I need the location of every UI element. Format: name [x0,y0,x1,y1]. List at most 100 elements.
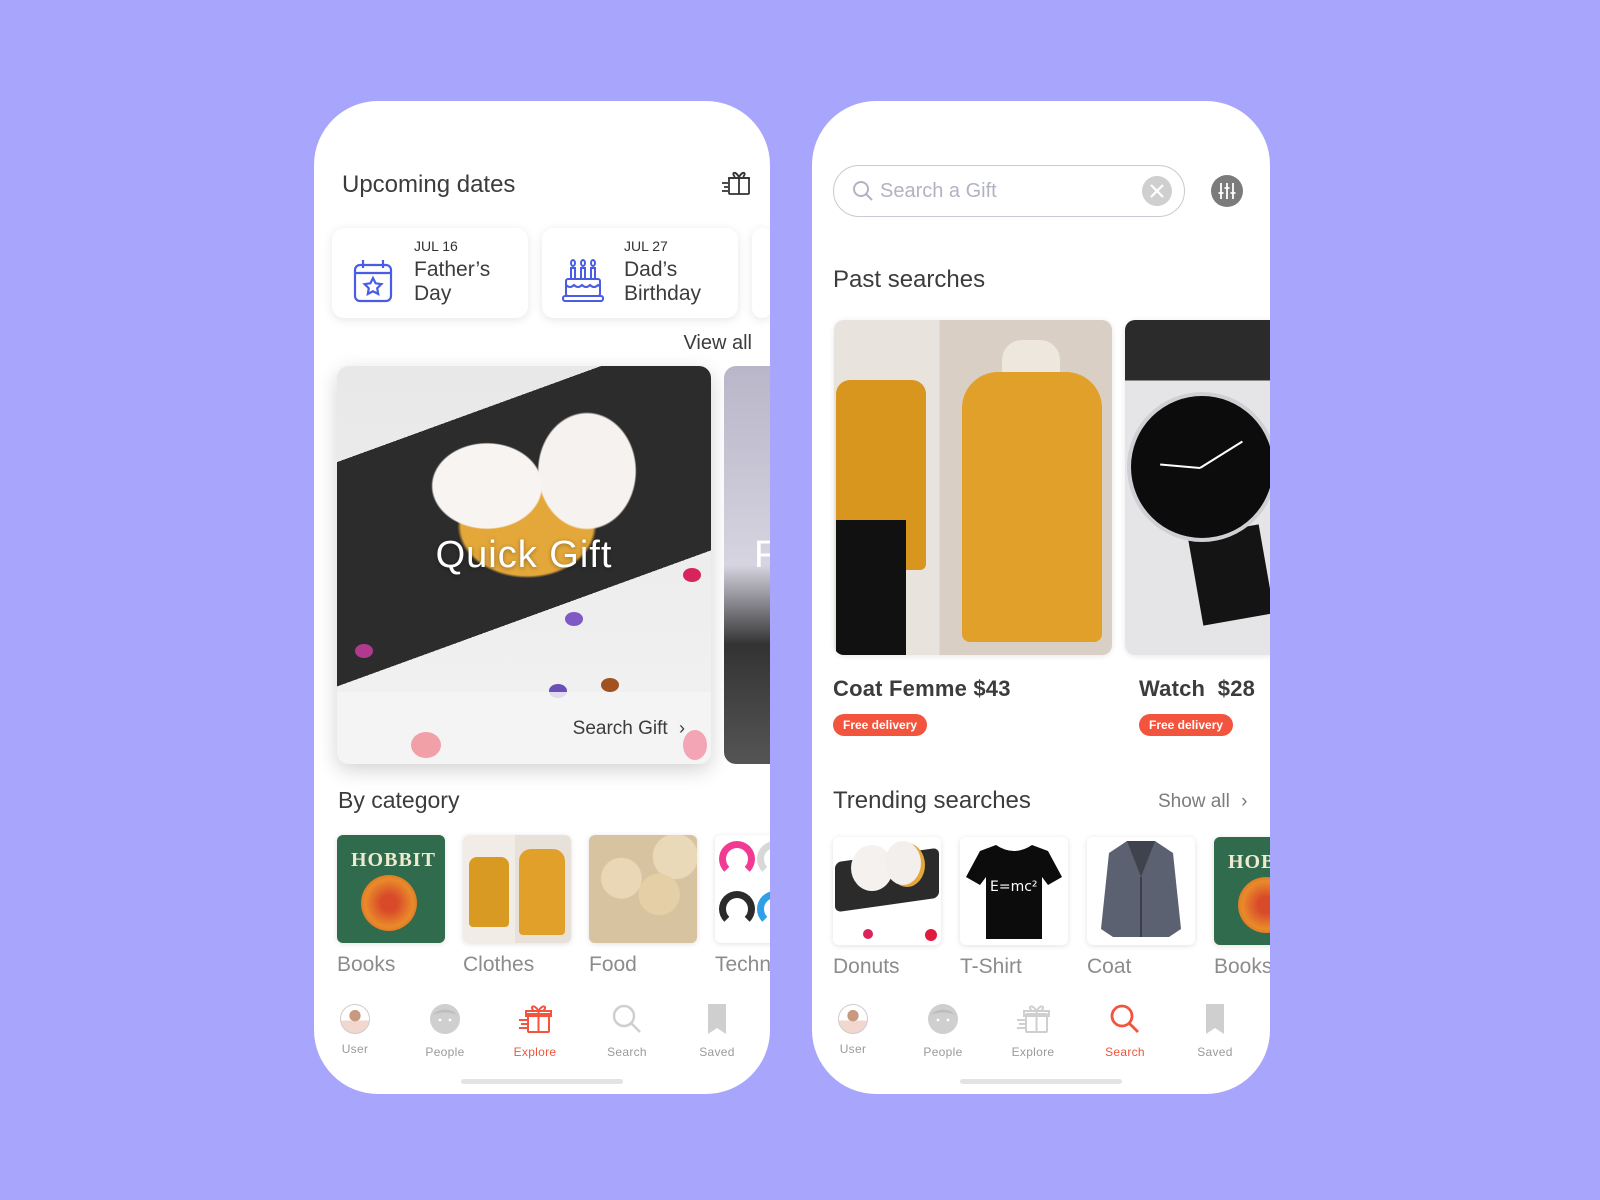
chevron-right-icon: › [679,718,685,738]
tab-label: People [425,1045,465,1059]
trending-label: T-Shirt [960,955,1022,978]
tab-label: Search [607,1045,647,1059]
chevron-right-icon: › [1241,791,1248,812]
tab-label: Explore [1011,1045,1055,1059]
tab-explore[interactable]: Explore [500,1002,570,1059]
candy-dot [601,678,619,692]
past-search-watch-image[interactable] [1125,320,1270,655]
donuts-thumbnail [833,837,941,945]
category-label: Food [589,953,637,976]
tech-thumbnail [715,835,770,943]
trending-label: Coat [1087,955,1132,978]
category-label: Books [337,953,396,976]
search-bar[interactable] [833,165,1185,217]
tab-people[interactable]: People [410,1002,480,1059]
tab-label: People [923,1045,963,1059]
bookmark-icon [708,1004,726,1034]
tab-bar: User People Explore Search Saved [812,984,1270,1094]
filter-button[interactable] [1211,175,1243,207]
tab-label: Search [1105,1045,1145,1059]
gift-fast-icon [519,1005,552,1033]
quick-gift-title: Quick Gift [435,534,613,576]
tab-explore[interactable]: Explore [998,1002,1068,1059]
date-card-peek[interactable] [752,228,770,318]
food-thumbnail [589,835,697,943]
search-gift-label: Search Gift [572,718,668,739]
tab-saved[interactable]: Saved [1180,1002,1250,1059]
category-clothes[interactable]: Clothes [463,835,571,977]
tab-saved[interactable]: Saved [682,1002,752,1059]
by-category-title: By category [338,787,460,813]
free-delivery-badge: Free delivery [1139,714,1234,736]
tshirt-thumbnail: E=mc² [960,837,1068,945]
tab-search[interactable]: Search [592,1002,662,1059]
category-food[interactable]: Food [589,835,697,977]
next-promo-title: F [754,534,770,576]
user-avatar [838,1004,868,1034]
next-promo-card[interactable]: F [724,366,770,764]
home-indicator [461,1079,623,1084]
show-all-link[interactable]: Show all › [1158,791,1247,813]
gift-fast-icon [1017,1005,1050,1033]
tab-search[interactable]: Search [1090,1002,1160,1059]
free-delivery-badge: Free delivery [833,714,928,736]
gift-fast-icon[interactable] [720,167,752,197]
candy-dot [683,730,707,760]
tab-label: User [341,1042,369,1056]
trending-label: Books [1214,955,1270,978]
user-avatar [340,1004,370,1034]
books-thumbnail: HOBBIT [1214,837,1270,945]
date-card-dads-birthday[interactable]: JUL 27 Dad’s Birthday [542,228,738,318]
date-card-fathers-day[interactable]: JUL 16 Father’s Day [332,228,528,318]
view-all-link[interactable]: View all [683,332,752,355]
tab-label: User [839,1042,867,1056]
category-label: Clothes [463,953,535,976]
clear-search-button[interactable] [1142,176,1172,206]
category-tech[interactable]: Techn [715,835,770,977]
event-name: Father’s Day [414,258,491,305]
tab-people[interactable]: People [908,1002,978,1059]
show-all-label: Show all [1158,791,1230,812]
tab-label: Explore [513,1045,557,1059]
home-indicator [960,1079,1122,1084]
search-input[interactable] [880,176,1130,206]
search-gift-link[interactable]: Search Gift › [573,718,685,740]
people-face-icon [430,1004,460,1034]
sliders-icon [1218,183,1236,199]
trending-label: Donuts [833,955,900,978]
trending-tshirt[interactable]: E=mc² T-Shirt [960,837,1068,979]
birthday-cake-icon [562,259,604,302]
tab-label: Saved [1197,1045,1233,1059]
people-face-icon [928,1004,958,1034]
quick-gift-card[interactable]: Quick Gift Search Gift › [337,366,711,764]
trending-donuts[interactable]: Donuts [833,837,941,979]
event-date: JUL 16 [414,238,458,254]
event-date: JUL 27 [624,238,668,254]
coat-thumbnail [1087,837,1195,945]
category-books[interactable]: HOBBIT Books [337,835,445,977]
clothes-thumbnail [463,835,571,943]
tab-user[interactable]: User [320,1002,390,1056]
close-icon [1150,184,1164,198]
tab-bar: User People Explore Search Saved [314,984,770,1094]
search-icon [1110,1004,1139,1033]
calendar-star-icon [353,260,393,303]
candy-dot [565,612,583,626]
bookmark-icon [1206,1004,1224,1034]
search-screen: Past searches Coat Femme $43 Free delive… [812,101,1270,1094]
product-name-price[interactable]: Watch $28 [1139,676,1255,702]
category-label: Techn [715,953,770,976]
past-search-coat-image[interactable] [834,320,1112,655]
tab-user[interactable]: User [818,1002,888,1056]
event-name: Dad’s Birthday [624,258,702,305]
trending-coat[interactable]: Coat [1087,837,1195,979]
search-icon [853,181,873,201]
svg-text:E=mc²: E=mc² [990,879,1038,895]
product-name-price[interactable]: Coat Femme $43 [833,676,1011,702]
trending-books[interactable]: HOBBIT Books [1214,837,1270,979]
candy-dot [355,644,373,658]
explore-screen: Upcoming dates JUL 16 Father’s Day JUL 2… [314,101,770,1094]
search-icon [612,1004,641,1033]
books-thumbnail: HOBBIT [337,835,445,943]
past-searches-title: Past searches [833,266,986,293]
